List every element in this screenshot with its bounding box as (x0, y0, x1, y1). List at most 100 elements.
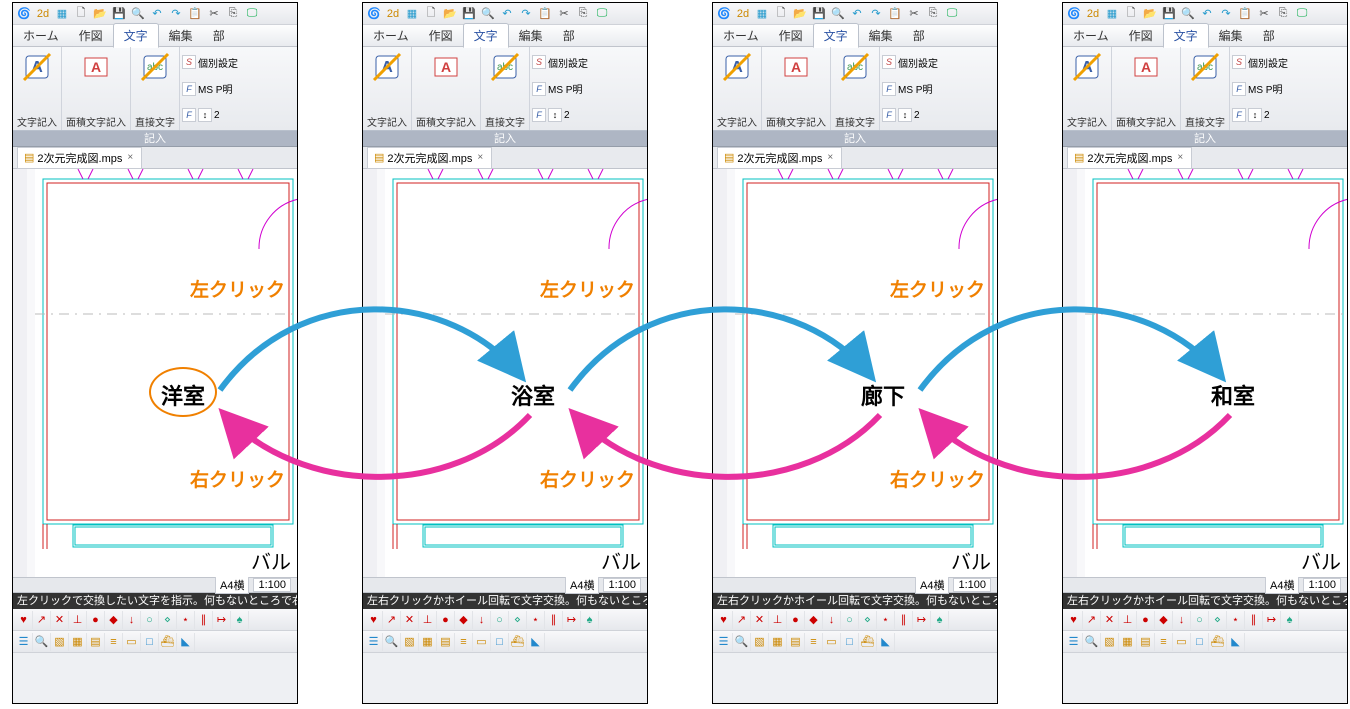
attr-a-icon[interactable]: F (882, 108, 896, 122)
scale-value[interactable]: 1:100 (1303, 578, 1341, 592)
line-count-icon[interactable]: ↕ (1248, 108, 1262, 122)
open-folder-icon[interactable]: 📂 (791, 5, 809, 23)
drawing-canvas[interactable]: 廊下バル (713, 169, 997, 577)
open-folder-icon[interactable]: 📂 (441, 5, 459, 23)
snap-ins-icon[interactable]: ⋆ (877, 611, 895, 629)
style-s-icon[interactable]: S (1232, 55, 1246, 69)
room-label[interactable]: 廊下 (861, 379, 905, 411)
props-icon[interactable]: ▧ (51, 633, 69, 651)
menu-item-2[interactable]: 文字 (1163, 23, 1209, 48)
save-icon[interactable]: 💾 (460, 5, 478, 23)
open-folder-icon[interactable]: 📂 (1141, 5, 1159, 23)
ribbon-group-0[interactable]: A文字記入 (363, 47, 412, 130)
room-label[interactable]: 和室 (1211, 379, 1255, 411)
menu-item-3[interactable]: 編集 (1209, 24, 1253, 47)
save-icon[interactable]: 💾 (810, 5, 828, 23)
snap-ins-icon[interactable]: ⋆ (1227, 611, 1245, 629)
menu-item-1[interactable]: 作図 (69, 24, 113, 47)
logo-icon[interactable]: 🌀 (715, 5, 733, 23)
monitor-icon[interactable]: 🖵 (243, 5, 261, 23)
new-doc-icon[interactable]: 🗋 (422, 5, 440, 23)
copy-icon[interactable]: ⎘ (924, 5, 942, 23)
ribbon-group-1[interactable]: A面積文字記入 (412, 47, 481, 130)
point-icon[interactable]: □ (141, 633, 159, 651)
cut-icon[interactable]: ✂ (205, 5, 223, 23)
snap-center-icon[interactable]: ● (787, 611, 805, 629)
open-folder-icon[interactable]: 📂 (91, 5, 109, 23)
snap-app-icon[interactable]: ♠ (231, 611, 249, 629)
ship-icon[interactable]: ⛴ (859, 633, 877, 651)
snap-perp-icon[interactable]: ⊥ (769, 611, 787, 629)
menu-item-2[interactable]: 文字 (463, 23, 509, 48)
redo-icon[interactable]: ↷ (517, 5, 535, 23)
file-tab[interactable]: ▤2次元完成図.mps× (1067, 147, 1192, 169)
drawing-canvas[interactable]: 浴室バル (363, 169, 647, 577)
drawing-canvas[interactable]: 洋室バル (13, 169, 297, 577)
close-tab-icon[interactable]: × (1175, 152, 1185, 163)
tri-icon[interactable]: ◣ (527, 633, 545, 651)
search-icon[interactable]: 🔍 (829, 5, 847, 23)
undo-icon[interactable]: ↶ (848, 5, 866, 23)
font-f-icon[interactable]: F (532, 82, 546, 96)
zoom-icon[interactable]: 🔍 (733, 633, 751, 651)
style-row-2[interactable]: FMS P明 (532, 81, 645, 96)
ribbon-group-2[interactable]: abc直接文字 (131, 47, 180, 130)
2d3d-icon[interactable]: 2d (1084, 5, 1102, 23)
line-count-icon[interactable]: ↕ (898, 108, 912, 122)
snap-par-icon[interactable]: ∥ (195, 611, 213, 629)
style-row-3[interactable]: F↕2 (532, 108, 645, 122)
snap-ext-icon[interactable]: ↦ (563, 611, 581, 629)
style-s-icon[interactable]: S (882, 55, 896, 69)
layer-icon[interactable]: ☰ (15, 633, 33, 651)
menu-item-3[interactable]: 編集 (859, 24, 903, 47)
save-icon[interactable]: 💾 (110, 5, 128, 23)
layer-icon[interactable]: ☰ (715, 633, 733, 651)
props-icon[interactable]: ▧ (401, 633, 419, 651)
menu-item-1[interactable]: 作図 (419, 24, 463, 47)
grid-icon[interactable]: ▦ (1103, 5, 1121, 23)
scale-value[interactable]: 1:100 (253, 578, 291, 592)
menu-item-0[interactable]: ホーム (713, 24, 769, 47)
attr-a-icon[interactable]: F (182, 108, 196, 122)
monitor-icon[interactable]: 🖵 (943, 5, 961, 23)
align-icon[interactable]: ▭ (823, 633, 841, 651)
ship-icon[interactable]: ⛴ (159, 633, 177, 651)
close-tab-icon[interactable]: × (125, 152, 135, 163)
attr-a-icon[interactable]: F (1232, 108, 1246, 122)
2d3d-icon[interactable]: 2d (34, 5, 52, 23)
style-row-1[interactable]: S個別設定 (1232, 55, 1345, 70)
logo-icon[interactable]: 🌀 (1065, 5, 1083, 23)
style-row-1[interactable]: S個別設定 (532, 55, 645, 70)
monitor-icon[interactable]: 🖵 (593, 5, 611, 23)
snap-ext-icon[interactable]: ↦ (913, 611, 931, 629)
menu-item-2[interactable]: 文字 (813, 23, 859, 48)
attr-a-icon[interactable]: F (532, 108, 546, 122)
break-icon[interactable]: ≡ (805, 633, 823, 651)
new-doc-icon[interactable]: 🗋 (772, 5, 790, 23)
snap-node-icon[interactable]: ⋄ (859, 611, 877, 629)
grid-icon[interactable]: ▦ (403, 5, 421, 23)
zoom-icon[interactable]: 🔍 (383, 633, 401, 651)
style-row-2[interactable]: FMS P明 (1232, 81, 1345, 96)
snap-ext-icon[interactable]: ↦ (1263, 611, 1281, 629)
zoom-icon[interactable]: 🔍 (33, 633, 51, 651)
grid-a-icon[interactable]: ▦ (69, 633, 87, 651)
snap-par-icon[interactable]: ∥ (1245, 611, 1263, 629)
line-count-icon[interactable]: ↕ (198, 108, 212, 122)
style-row-2[interactable]: FMS P明 (182, 81, 295, 96)
snap-perp-icon[interactable]: ⊥ (1119, 611, 1137, 629)
file-tab[interactable]: ▤2次元完成図.mps× (17, 147, 142, 169)
ribbon-group-1[interactable]: A面積文字記入 (762, 47, 831, 130)
ribbon-group-2[interactable]: abc直接文字 (1181, 47, 1230, 130)
menu-item-0[interactable]: ホーム (13, 24, 69, 47)
snap-quad-icon[interactable]: ◆ (805, 611, 823, 629)
copy-icon[interactable]: ⎘ (574, 5, 592, 23)
snap-node-icon[interactable]: ⋄ (509, 611, 527, 629)
menu-item-4[interactable]: 部 (903, 24, 935, 47)
menu-item-3[interactable]: 編集 (159, 24, 203, 47)
menu-item-1[interactable]: 作図 (1119, 24, 1163, 47)
file-tab[interactable]: ▤2次元完成図.mps× (717, 147, 842, 169)
font-f-icon[interactable]: F (182, 82, 196, 96)
ribbon-group-0[interactable]: A文字記入 (13, 47, 62, 130)
room-label[interactable]: 浴室 (511, 379, 555, 411)
